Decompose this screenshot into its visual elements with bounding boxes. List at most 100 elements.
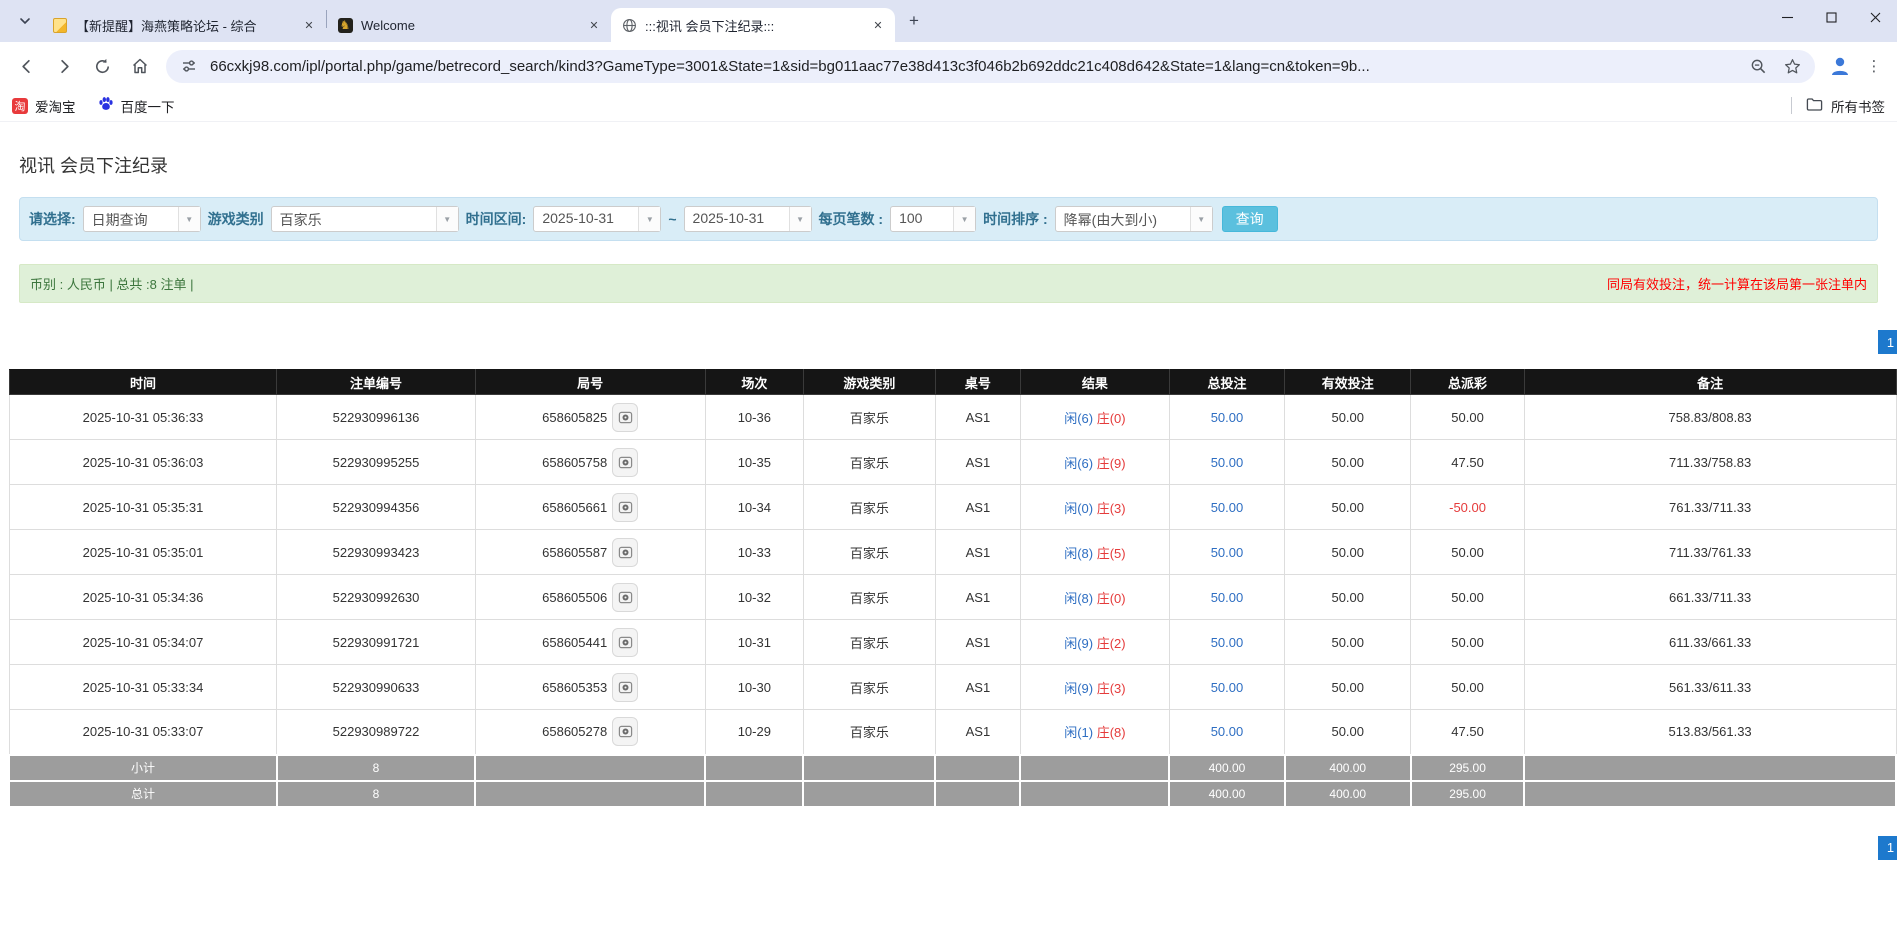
all-bookmarks[interactable]: 所有书签 (1791, 96, 1885, 116)
result-banker: 庄(9) (1096, 455, 1126, 471)
header-game-type: 游戏类别 (802, 369, 936, 395)
date-from-input[interactable]: 2025-10-31 ▼ (533, 206, 662, 232)
cell-valid-bet: 50.00 (1284, 664, 1412, 710)
cell-note: 711.33/758.83 (1523, 439, 1897, 485)
new-tab-button[interactable]: + (901, 8, 927, 34)
tab-close-icon[interactable]: ✕ (300, 16, 318, 34)
header-payout: 总派彩 (1410, 369, 1525, 395)
cell-round: 658605758 (474, 439, 706, 485)
window-minimize-icon[interactable] (1765, 0, 1809, 34)
cell-valid-bet: 50.00 (1284, 529, 1412, 575)
reload-icon[interactable] (86, 50, 118, 82)
query-type-select[interactable]: 日期查询 ▼ (82, 206, 201, 232)
url-text[interactable]: 66cxkj98.com/ipl/portal.php/game/betreco… (210, 58, 1737, 75)
cell-session: 10-35 (704, 439, 804, 485)
bookmark-aitaobao[interactable]: 淘 爱淘宝 (12, 96, 76, 116)
cell-session: 10-32 (704, 574, 804, 620)
site-settings-icon[interactable] (176, 53, 202, 79)
chevron-down-icon: ▼ (953, 207, 976, 231)
game-type-label: 游戏类别 (207, 211, 264, 227)
search-button[interactable]: 查询 (1221, 206, 1278, 232)
tab-bet-records-active[interactable]: :::视讯 会员下注纪录::: ✕ (611, 8, 895, 42)
cell-valid-bet: 50.00 (1284, 574, 1412, 620)
summary-empty (474, 779, 707, 808)
cell-table-no: AS1 (934, 394, 1021, 440)
window-maximize-icon[interactable] (1809, 0, 1853, 34)
bookmark-baidu[interactable]: 百度一下 (98, 96, 175, 116)
back-icon[interactable] (10, 50, 42, 82)
tab-search-icon[interactable] (12, 8, 38, 34)
home-icon[interactable] (124, 50, 156, 82)
cell-total-bet: 50.00 (1168, 484, 1286, 530)
summary-empty (474, 753, 707, 782)
video-replay-icon[interactable] (612, 672, 639, 702)
cell-table-no: AS1 (934, 709, 1021, 755)
cell-table-no: AS1 (934, 574, 1021, 620)
window-close-icon[interactable] (1853, 0, 1897, 34)
cell-session: 10-33 (704, 529, 804, 575)
video-replay-icon[interactable] (612, 537, 639, 567)
tab-welcome[interactable]: ♞ Welcome ✕ (327, 8, 611, 42)
currency-summary-text: 币别 : 人民币 | 总共 :8 注单 | (30, 277, 194, 292)
tab-forum[interactable]: 【新提醒】海燕策略论坛 - 综合 ✕ (42, 8, 326, 42)
cell-result: 闲(8) 庄(0) (1019, 574, 1170, 620)
cell-table-no: AS1 (934, 529, 1021, 575)
cell-payout: 50.00 (1410, 664, 1525, 710)
cell-time: 2025-10-31 05:35:01 (8, 529, 278, 575)
video-replay-icon[interactable] (612, 402, 639, 432)
cell-game-type: 百家乐 (802, 484, 936, 530)
browser-menu-icon[interactable]: ⋮ (1861, 53, 1887, 79)
cell-total-bet: 50.00 (1168, 529, 1286, 575)
forward-icon[interactable] (48, 50, 80, 82)
summary-label: 总计 (8, 779, 278, 808)
total-bet-link[interactable]: 50.00 (1211, 724, 1244, 739)
game-type-select[interactable]: 百家乐 ▼ (270, 206, 459, 232)
total-bet-link[interactable]: 50.00 (1211, 410, 1244, 425)
profile-avatar[interactable] (1825, 51, 1855, 81)
cell-round: 658605587 (474, 529, 706, 575)
page-1-button[interactable]: 1 (1878, 330, 1897, 354)
cell-payout: 50.00 (1410, 394, 1525, 440)
globe-favicon (621, 17, 637, 33)
bookmark-star-icon[interactable] (1779, 53, 1805, 79)
video-replay-icon[interactable] (612, 582, 639, 612)
page-1-button[interactable]: 1 (1878, 835, 1897, 860)
address-bar[interactable]: 66cxkj98.com/ipl/portal.php/game/betreco… (166, 49, 1815, 83)
total-bet-link[interactable]: 50.00 (1211, 635, 1244, 650)
result-player: 闲(0) (1064, 500, 1094, 516)
tab-close-icon[interactable]: ✕ (585, 16, 603, 34)
total-bet-link[interactable]: 50.00 (1211, 500, 1244, 515)
video-replay-icon[interactable] (612, 717, 639, 747)
tab-title: :::视讯 会员下注纪录::: (645, 18, 775, 34)
cell-game-type: 百家乐 (802, 619, 936, 665)
page-size-select[interactable]: 100 ▼ (890, 206, 977, 232)
summary-empty (1523, 753, 1897, 782)
cell-note: 761.33/711.33 (1523, 484, 1897, 530)
header-total-bet: 总投注 (1168, 369, 1286, 395)
header-table-no: 桌号 (934, 369, 1021, 395)
result-player: 闲(8) (1064, 590, 1094, 606)
summary-empty (1523, 779, 1897, 808)
total-bet-link[interactable]: 50.00 (1211, 545, 1244, 560)
payout-value: 50.00 (1451, 409, 1484, 425)
date-to-input[interactable]: 2025-10-31 ▼ (683, 206, 812, 232)
payout-value: 50.00 (1451, 679, 1484, 695)
total-bet-link[interactable]: 50.00 (1211, 455, 1244, 470)
payout-value: 50.00 (1451, 544, 1484, 560)
window-controls (1765, 0, 1897, 34)
video-replay-icon[interactable] (612, 492, 639, 522)
video-replay-icon[interactable] (612, 447, 639, 477)
cell-total-bet: 50.00 (1168, 574, 1286, 620)
summary-bar: 币别 : 人民币 | 总共 :8 注单 | 同局有效投注，统一计算在该局第一张注… (19, 264, 1878, 303)
payout-value: 50.00 (1451, 589, 1484, 605)
total-bet-link[interactable]: 50.00 (1211, 590, 1244, 605)
page-title: 视讯 会员下注纪录 (19, 156, 169, 176)
time-sort-select[interactable]: 降幂(由大到小) ▼ (1054, 206, 1213, 232)
tab-close-icon[interactable]: ✕ (869, 16, 887, 34)
total-bet-link[interactable]: 50.00 (1211, 680, 1244, 695)
cell-valid-bet: 50.00 (1284, 709, 1412, 755)
header-result: 结果 (1019, 369, 1170, 395)
video-replay-icon[interactable] (612, 627, 639, 657)
cell-valid-bet: 50.00 (1284, 619, 1412, 665)
zoom-page-icon[interactable] (1745, 53, 1771, 79)
